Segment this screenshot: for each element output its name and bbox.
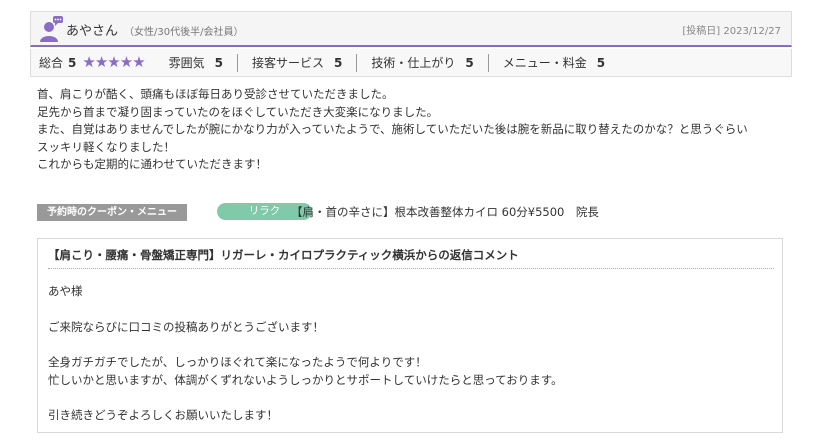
rating-service: 接客サービス 5 [252, 49, 342, 76]
salon-reply: 【肩こり・腰痛・骨盤矯正専門】リガーレ・カイロプラクティック横浜からの返信コメン… [37, 238, 783, 433]
star-icon: ★ [119, 53, 133, 71]
star-icon: ★ [107, 53, 120, 71]
star-icon: ★ [82, 53, 95, 71]
review-body: 首、肩こりが酷く、頭痛もほぼ毎日あり受診させていただきました。 足先から首まで凝… [37, 86, 797, 174]
review-header: あやさん （女性/30代後半/会社員） [投稿日] 2023/12/27 [30, 11, 792, 47]
reviewer-attributes: （女性/30代後半/会社員） [124, 27, 244, 38]
rating-technique: 技術・仕上がり 5 [371, 49, 473, 76]
reviewer-name: あやさん [66, 24, 119, 39]
star-icon: ★ [132, 53, 145, 71]
reply-title: 【肩こり・腰痛・骨盤矯正専門】リガーレ・カイロプラクティック横浜からの返信コメン… [48, 247, 774, 269]
rating-label: 技術・仕上がり [371, 56, 456, 70]
rating-value: 5 [334, 55, 343, 70]
rating-bar: 総合 5 ★ ★ ★ ★ ★ 雰囲気 5 接客サービス 5 技術・仕上がり 5 メニュー… [30, 49, 792, 77]
rating-overall-value: 5 [68, 55, 77, 70]
reply-line: ご来院ならびに口コミの投稿ありがとうございます！ [48, 320, 324, 334]
rating-atmosphere: 雰囲気 5 [169, 49, 223, 76]
reply-line: 全身ガチガチでしたが、しっかりほぐれて楽になったようで何よりです！ [48, 355, 427, 369]
rating-value: 5 [465, 55, 474, 70]
review-line: 足先から首まで凝り固まっていたのをほぐしていただき大変楽になりました。 [37, 104, 439, 119]
coupon-row: 予約時のクーポン・メニュー リラク 【肩・首の辛さに】根本改善整体カイロ 60分… [37, 203, 599, 221]
divider [356, 53, 358, 72]
review-line: スッキリ軽くなりました！ [37, 139, 175, 154]
divider [487, 53, 489, 72]
coupon-menu-link[interactable]: 【肩・首の辛さに】根本改善整体カイロ 60分¥5500 院長 [291, 204, 599, 220]
rating-label: 接客サービス [252, 56, 325, 70]
divider [237, 53, 239, 72]
reply-line: あや様 [48, 284, 83, 298]
review-line: また、自覚はありませんでしたが腕にかなり力が入っていたようで、施術していただいた… [37, 122, 748, 137]
rating-overall-label: 総合 [39, 56, 64, 70]
rating-label: 雰囲気 [168, 56, 205, 70]
star-rating: ★ ★ ★ ★ ★ [82, 53, 145, 71]
star-icon: ★ [94, 53, 108, 71]
rating-value: 5 [214, 55, 224, 70]
rating-value: 5 [596, 55, 606, 70]
review-line: 首、肩こりが酷く、頭痛もほぼ毎日あり受診させていただきました。 [37, 87, 394, 101]
rating-menu-price: メニュー・料金 5 [503, 49, 605, 76]
rating-overall: 総合 5 ★ ★ ★ ★ ★ [39, 49, 169, 76]
reply-line: 忙しいかと思いますが、体調がくずれないようしっかりとサポートしていけたらと思って… [48, 373, 563, 387]
coupon-label: 予約時のクーポン・メニュー [37, 203, 187, 221]
post-date: [投稿日] 2023/12/27 [682, 26, 781, 37]
rating-label: メニュー・料金 [502, 56, 587, 70]
reply-line: 引き続きどうぞよろしくお願いいたします！ [48, 408, 278, 422]
review-line: これからも定期的に通わせていただきます！ [37, 157, 267, 172]
user-avatar-icon [40, 16, 63, 42]
